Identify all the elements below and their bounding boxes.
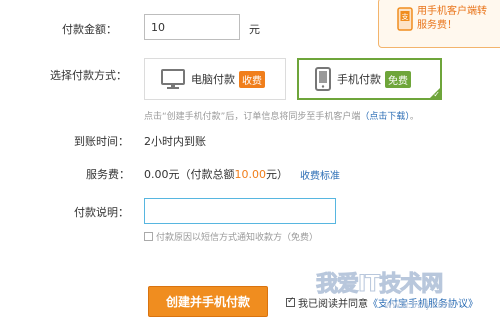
sms-notify-row[interactable]: 付款原因以短信方式通知收款方（免费） (144, 230, 318, 243)
mobile-pay-label: 手机付款 (337, 73, 381, 86)
pc-pay-label: 电脑付款 (191, 73, 235, 86)
popup-text: 用手机客户端转 服务费！ (417, 5, 487, 33)
fee-label: 服务费： (86, 168, 130, 181)
method-label: 选择付款方式： (50, 69, 127, 82)
monitor-icon (161, 69, 185, 89)
mobile-pay-option[interactable]: 手机付款 免费 ✓ (297, 58, 442, 100)
arrival-label: 到账时间： (74, 135, 129, 148)
fee-value-suffix: 元） (266, 168, 288, 181)
fee-value: 0.00元（付款总额10.00元） (144, 166, 288, 182)
pc-pay-option[interactable]: 电脑付款 收费 (144, 58, 286, 100)
amount-label: 付款金额： (62, 23, 117, 36)
check-icon: ✓ (433, 90, 440, 99)
sms-checkbox[interactable] (144, 232, 153, 241)
download-link[interactable]: （点击下载） (360, 112, 410, 122)
arrival-value: 2小时内到账 (144, 135, 206, 148)
fee-value-prefix: 0.00元（付款总额 (144, 168, 235, 181)
popup-line1: 用手机客户端转 (417, 6, 487, 17)
mobile-tip-popup: 支 用手机客户端转 服务费！ (378, 0, 500, 48)
sms-label: 付款原因以短信方式通知收款方（免费） (156, 233, 319, 243)
fee-total: 10.00 (234, 168, 267, 181)
svg-text:支: 支 (402, 12, 409, 21)
free-badge: 免费 (385, 70, 411, 88)
watermark-url: www.52ij.com (384, 300, 454, 311)
agree-checkbox[interactable] (286, 296, 295, 307)
fee-standard-link[interactable]: 收费标准 (300, 167, 340, 182)
sync-hint: 点击“创建手机付款”后，订单信息将同步至手机客户端（点击下载）。 (144, 109, 419, 122)
alipay-icon: 支 (397, 7, 413, 31)
fee-badge: 收费 (239, 70, 265, 88)
watermark-logo: 我爱IT技术网 (315, 272, 443, 298)
phone-icon (315, 67, 331, 91)
popup-line2: 服务费！ (417, 20, 457, 31)
create-mobile-payment-button[interactable]: 创建并手机付款 (148, 286, 268, 317)
amount-unit: 元 (249, 23, 260, 36)
sync-hint-end: 。 (409, 112, 419, 122)
note-input[interactable] (144, 198, 336, 224)
amount-input[interactable] (144, 14, 240, 40)
note-label: 付款说明： (74, 206, 129, 219)
sync-hint-text: 点击“创建手机付款”后，订单信息将同步至手机客户端 (144, 112, 361, 122)
